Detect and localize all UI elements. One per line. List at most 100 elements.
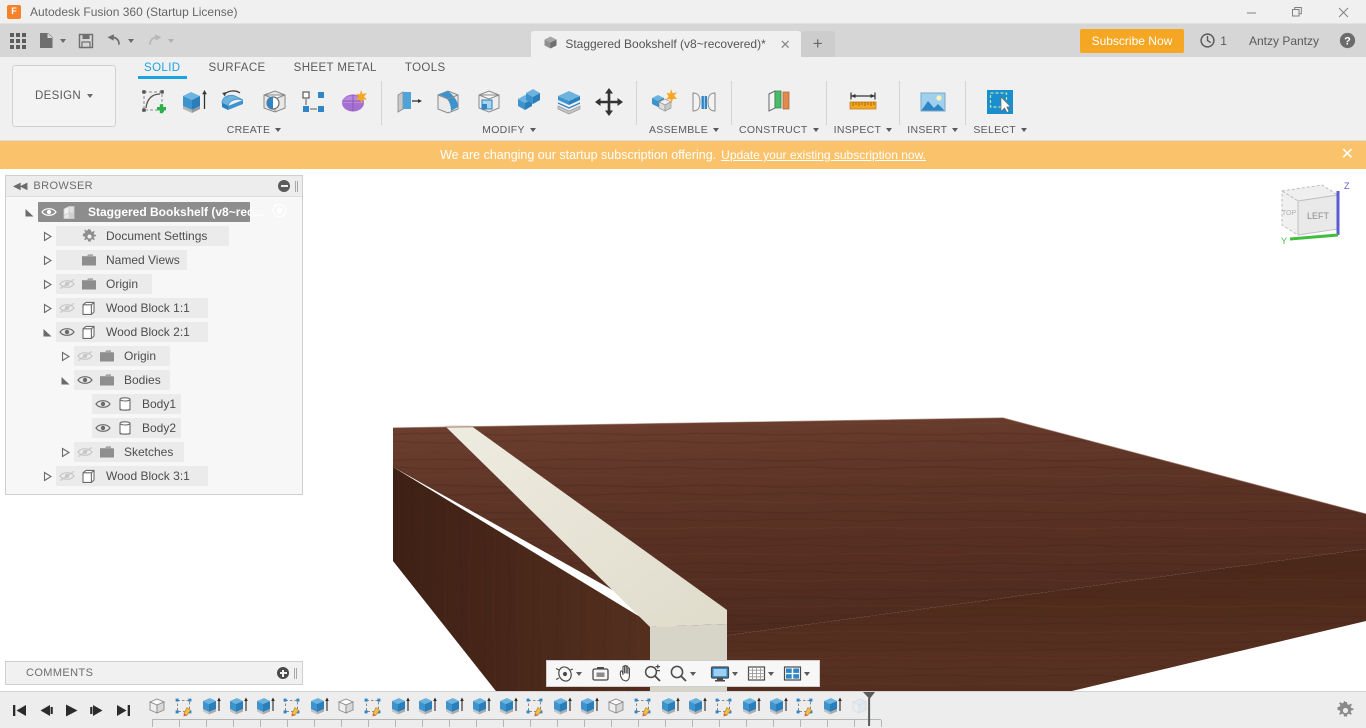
ribbon-group-label-assemble[interactable]: ASSEMBLE [649,123,719,137]
visibility-hidden-icon[interactable] [74,446,96,458]
insert-image-icon[interactable] [913,82,953,122]
help-button[interactable]: ? [1339,32,1356,49]
browser-tree-item[interactable]: Document Settings [6,224,302,248]
add-comment-icon[interactable] [277,667,289,679]
job-status-indicator[interactable]: 1 [1200,33,1227,48]
pan-button[interactable] [613,662,639,685]
timeline-step-forward-button[interactable] [84,696,110,724]
tree-expand-toggle-closed[interactable] [38,231,56,242]
visibility-icon[interactable] [38,206,60,218]
visibility-hidden-icon[interactable] [56,470,78,482]
undo-button[interactable] [100,27,140,54]
grid-snaps-button[interactable] [743,662,779,685]
timeline-track[interactable] [144,691,1366,728]
app-grid-button[interactable] [4,27,32,54]
timeline-go-start-button[interactable] [6,696,32,724]
tab-solid[interactable]: SOLID [130,57,195,79]
split-face-icon[interactable] [549,82,589,122]
subscribe-now-button[interactable]: Subscribe Now [1079,28,1185,53]
tab-surface[interactable]: SURFACE [195,57,280,79]
panel-resize-grip[interactable] [294,667,297,679]
timeline-feature-extrude[interactable] [765,695,792,719]
ribbon-group-label-inspect[interactable]: INSPECT [834,123,893,137]
sweep-icon[interactable] [254,82,294,122]
timeline-feature-sketch[interactable] [522,695,549,719]
browser-tree-item[interactable]: Bodies [6,368,302,392]
timeline-feature-extrude[interactable] [387,695,414,719]
look-at-button[interactable] [587,662,613,685]
save-button[interactable] [72,27,100,54]
ribbon-group-label-construct[interactable]: CONSTRUCT [739,123,819,137]
browser-tree-item[interactable]: Wood Block 2:1 [6,320,302,344]
tree-expand-toggle-closed[interactable] [38,279,56,290]
browser-tree-item[interactable]: Origin [6,272,302,296]
browser-tree-item[interactable]: Named Views [6,248,302,272]
browser-tree-item[interactable]: Wood Block 1:1 [6,296,302,320]
new-file-button[interactable] [32,27,72,54]
timeline-feature-sketch[interactable] [360,695,387,719]
combine-icon[interactable] [509,82,549,122]
visibility-hidden-icon[interactable] [74,350,96,362]
form-icon[interactable] [334,82,374,122]
pattern-icon[interactable] [294,82,334,122]
visibility-hidden-icon[interactable] [56,302,78,314]
visibility-icon[interactable] [74,374,96,386]
timeline-feature-extrude[interactable] [657,695,684,719]
view-cube[interactable]: LEFT TOP Z Y [1272,177,1352,249]
tree-expand-toggle-closed[interactable] [56,351,74,362]
offset-plane-icon[interactable] [759,82,799,122]
banner-close-icon[interactable]: ✕ [1341,147,1354,163]
move-copy-icon[interactable] [589,82,629,122]
timeline-feature-body[interactable] [333,695,360,719]
display-settings-button[interactable] [707,662,743,685]
timeline-feature-extrude[interactable] [198,695,225,719]
ribbon-group-label-create[interactable]: CREATE [227,123,282,137]
visibility-icon[interactable] [92,398,114,410]
visibility-icon[interactable] [56,326,78,338]
timeline-feature-extrude[interactable] [441,695,468,719]
comments-panel[interactable]: COMMENTS [5,661,303,685]
revolve-icon[interactable] [214,82,254,122]
new-tab-button[interactable]: + [800,31,835,57]
browser-tree-item[interactable]: Body1 [6,392,302,416]
tree-expand-toggle-closed[interactable] [56,447,74,458]
timeline-feature-sketch[interactable] [279,695,306,719]
zoom-button[interactable] [639,662,665,685]
maximize-button[interactable] [1274,0,1320,24]
collapse-icon[interactable]: ◀◀ [13,181,27,192]
timeline-feature-sketch[interactable] [711,695,738,719]
timeline-feature-sketch[interactable] [171,695,198,719]
tree-expand-toggle-closed[interactable] [38,471,56,482]
shell-icon[interactable] [469,82,509,122]
timeline-feature-body[interactable] [144,695,171,719]
tab-tools[interactable]: TOOLS [391,57,460,79]
timeline-go-end-button[interactable] [110,696,136,724]
visibility-icon[interactable] [92,422,114,434]
timeline-feature-extrude[interactable] [684,695,711,719]
press-pull-icon[interactable] [389,82,429,122]
tree-expand-toggle-open[interactable] [20,207,38,218]
timeline-feature-body[interactable] [603,695,630,719]
browser-tree-item[interactable]: Origin [6,344,302,368]
new-component-icon[interactable] [644,82,684,122]
tree-expand-toggle-open[interactable] [56,375,74,386]
timeline-marker[interactable] [862,691,875,726]
timeline-feature-extrude[interactable] [414,695,441,719]
browser-collapse-all-icon[interactable] [278,180,290,192]
timeline-feature-extrude[interactable] [549,695,576,719]
close-button[interactable] [1320,0,1366,24]
browser-tree-item[interactable]: Wood Block 3:1 [6,464,302,488]
timeline-feature-extrude[interactable] [252,695,279,719]
ribbon-group-label-insert[interactable]: INSERT [907,123,959,137]
timeline-feature-extrude[interactable] [225,695,252,719]
3d-viewport[interactable]: LEFT TOP Z Y ◀◀ BROWSER Staggered Booksh… [0,169,1366,691]
tree-expand-toggle-open[interactable] [38,327,56,338]
timeline-feature-extrude[interactable] [576,695,603,719]
timeline-feature-extrude[interactable] [819,695,846,719]
fillet-icon[interactable] [429,82,469,122]
timeline-feature-extrude[interactable] [495,695,522,719]
browser-tree-item[interactable]: Body2 [6,416,302,440]
fit-button[interactable] [665,662,701,685]
timeline-feature-extrude[interactable] [468,695,495,719]
browser-tree-item[interactable]: Staggered Bookshelf (v8~rec... [6,200,302,224]
